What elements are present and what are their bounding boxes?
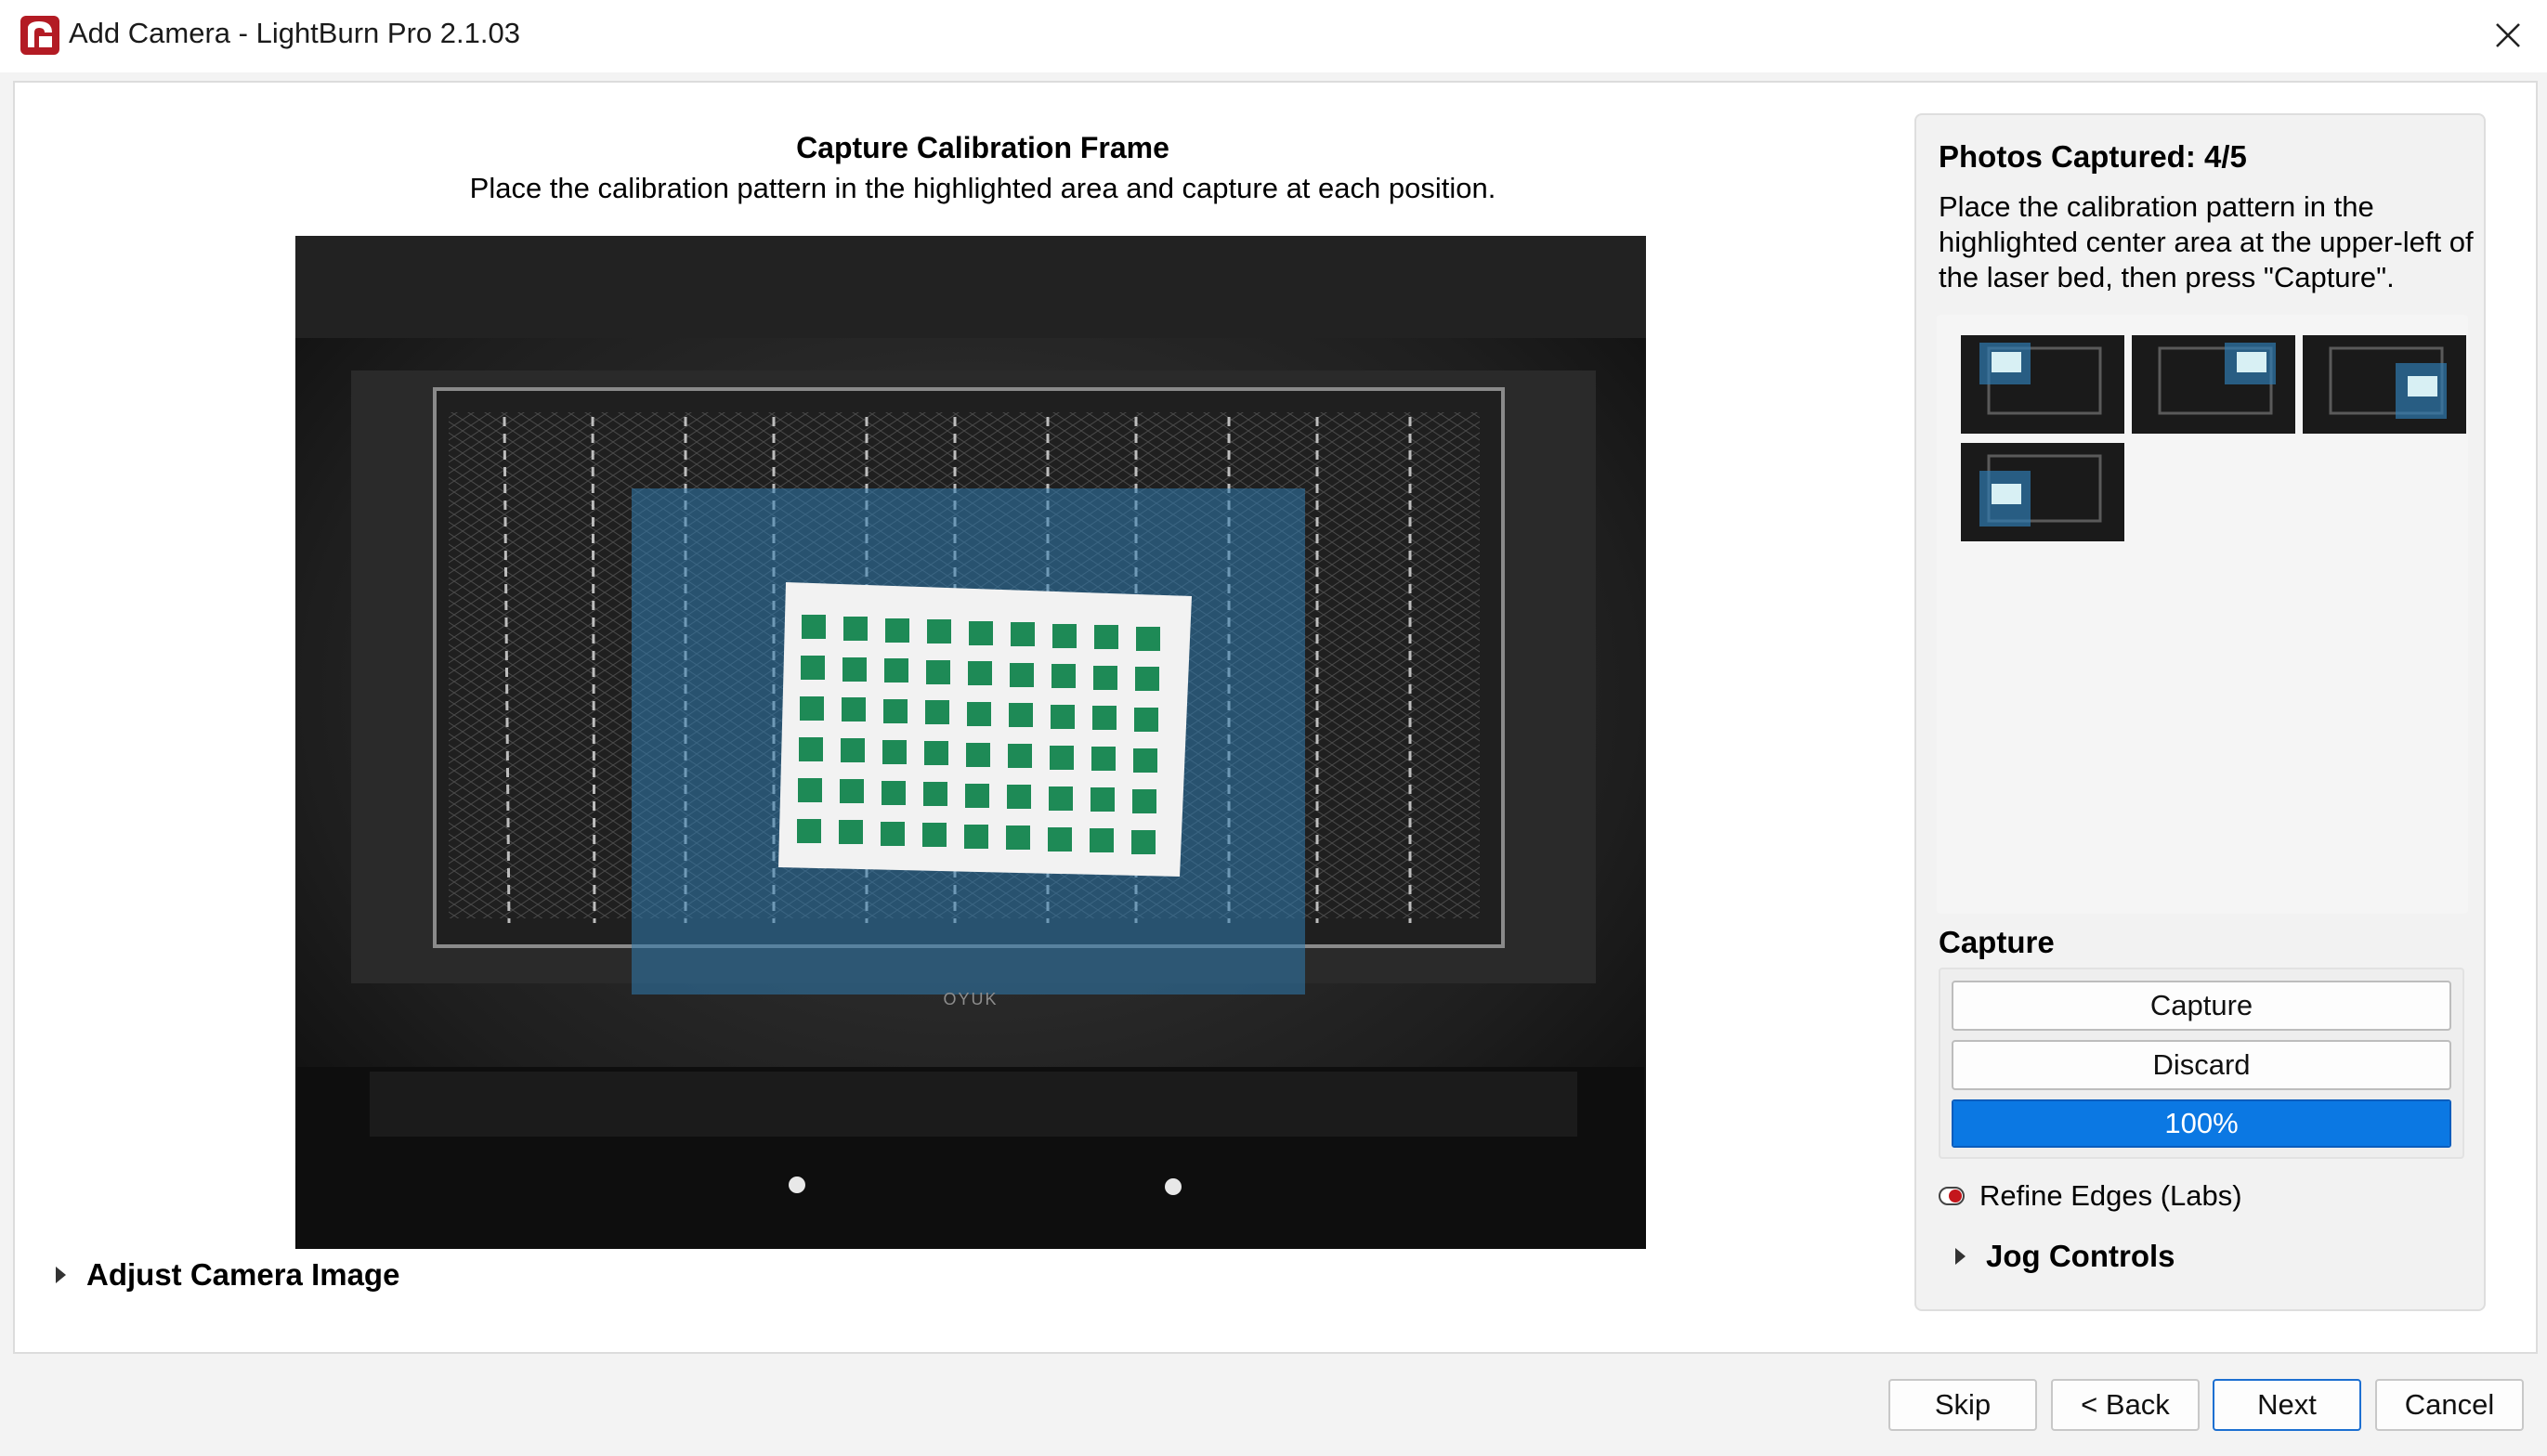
capture-group: Capture Discard 100% [1939, 968, 2464, 1159]
back-button[interactable]: < Back [2051, 1379, 2200, 1431]
capture-button[interactable]: Capture [1952, 981, 2451, 1031]
thumbnail-capture-4[interactable] [1961, 443, 2124, 541]
cancel-button[interactable]: Cancel [2375, 1379, 2524, 1431]
refine-edges-label: Refine Edges (Labs) [1979, 1179, 2242, 1212]
title-bar: Add Camera - LightBurn Pro 2.1.03 [0, 0, 2547, 72]
chevron-right-icon [56, 1267, 66, 1283]
capture-instructions: Place the calibration pattern in the hig… [1939, 190, 2474, 293]
lightburn-logo-icon [20, 16, 59, 55]
skip-button[interactable]: Skip [1888, 1379, 2037, 1431]
photos-captured-title: Photos Captured: 4/5 [1939, 139, 2247, 174]
progress-label: 100% [2164, 1107, 2239, 1139]
jog-controls-label: Jog Controls [1986, 1239, 2175, 1273]
thumbnail-capture-3[interactable] [2303, 335, 2466, 434]
adjust-camera-image-label: Adjust Camera Image [86, 1257, 400, 1292]
page-instruction: Place the calibration pattern in the hig… [469, 172, 1496, 204]
adjust-camera-image-toggle[interactable]: Adjust Camera Image [56, 1254, 399, 1295]
refine-edges-row: Refine Edges (Labs) [1939, 1179, 2242, 1213]
capture-section-heading: Capture [1939, 925, 2055, 959]
bed-brand-text: OYUK [943, 990, 998, 1008]
side-panel: Photos Captured: 4/5 Place the calibrati… [1914, 113, 2486, 1311]
window-title: Add Camera - LightBurn Pro 2.1.03 [69, 17, 520, 49]
next-button[interactable]: Next [2213, 1379, 2361, 1431]
jog-controls-toggle[interactable]: Jog Controls [1955, 1239, 2175, 1274]
camera-image: OYUK [295, 236, 1646, 1249]
thumbnail-grid [1937, 315, 2468, 914]
thumbnail-capture-1[interactable] [1961, 335, 2124, 434]
refine-edges-toggle[interactable] [1939, 1187, 1965, 1205]
page-title: Capture Calibration Frame [796, 131, 1169, 164]
discard-button[interactable]: Discard [1952, 1040, 2451, 1090]
thumbnail-capture-2[interactable] [2132, 335, 2295, 434]
capture-progress-bar: 100% [1952, 1099, 2451, 1148]
camera-preview[interactable]: OYUK [295, 236, 1646, 1249]
close-icon[interactable] [2491, 19, 2525, 52]
chevron-right-icon [1955, 1248, 1966, 1265]
